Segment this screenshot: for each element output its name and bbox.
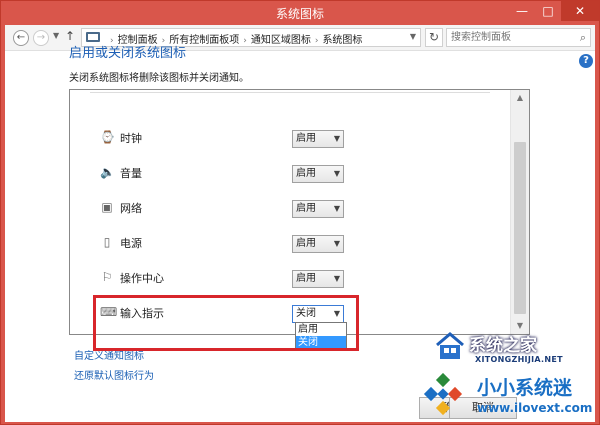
behavior-dropdown-list: 启用 关闭 — [295, 322, 347, 350]
breadcrumb-item[interactable]: 系统图标 — [322, 35, 362, 46]
refresh-icon: ↻ — [428, 30, 440, 44]
select-value: 启用 — [296, 273, 316, 284]
behavior-select-open[interactable]: 关闭 ▼ — [292, 305, 344, 323]
watermark-text: 系统之家 — [469, 336, 537, 356]
watermark-url: www.ilovext.com — [477, 401, 593, 415]
back-button[interactable]: ← — [13, 30, 29, 46]
recent-locations-chevron-icon[interactable]: ▼ — [53, 31, 59, 40]
customize-notification-icons-link[interactable]: 自定义通知图标 — [74, 347, 144, 362]
list-content: ⌚ 时钟 启用 ▼ 🔈 音量 启用 ▼ ▣ 网络 启用 ▼ ▯ 电源 启用 ▼ ⚐ — [70, 90, 510, 334]
help-icon[interactable]: ? — [579, 54, 593, 68]
list-item-label: 输入指示 — [120, 307, 164, 320]
behavior-select[interactable]: 启用 ▼ — [292, 200, 344, 218]
scroll-up-icon[interactable]: ▲ — [511, 90, 529, 106]
behavior-select[interactable]: 启用 ▼ — [292, 235, 344, 253]
close-button[interactable]: ✕ — [561, 1, 599, 21]
keyboard-icon: ⌨ — [100, 305, 118, 319]
select-value: 启用 — [296, 203, 316, 214]
dropdown-option-enable[interactable]: 启用 — [296, 323, 346, 336]
flag-icon: ⚐ — [101, 270, 113, 284]
list-item: ⌚ 时钟 启用 ▼ — [70, 126, 510, 150]
behavior-select[interactable]: 启用 ▼ — [292, 270, 344, 288]
list-item-label: 操作中心 — [120, 272, 164, 285]
chevron-down-icon: ▼ — [333, 204, 340, 213]
chevron-down-icon: ▼ — [333, 169, 340, 178]
behavior-select[interactable]: 启用 ▼ — [292, 165, 344, 183]
title-bar[interactable]: 系统图标 — □ ✕ — [1, 1, 599, 25]
list-item-label: 时钟 — [120, 132, 142, 145]
maximize-icon: □ — [542, 4, 554, 18]
minimize-button[interactable]: — — [509, 1, 535, 21]
window: 系统图标 — □ ✕ ← → ▼ ↑ › 控制面板 › 所有控制面板项 › 通知区域图标 ›… — [0, 0, 600, 425]
watermark-url: XITONGZHIJIA.NET — [475, 355, 563, 364]
refresh-button[interactable]: ↻ — [425, 28, 443, 47]
up-arrow-icon: ↑ — [65, 29, 76, 43]
network-icon: ▣ — [101, 200, 113, 214]
watermark-xiaoxiaoxitongmi: 小小系统迷 www.ilovext.com — [421, 371, 597, 423]
chevron-down-icon: ▼ — [333, 239, 340, 248]
search-input[interactable] — [447, 29, 567, 46]
minimize-icon: — — [516, 4, 528, 18]
restore-default-icon-behavior-link[interactable]: 还原默认图标行为 — [74, 367, 154, 382]
breadcrumb-separator: › — [243, 36, 247, 46]
forward-button[interactable]: → — [33, 30, 49, 46]
list-item-label: 音量 — [120, 167, 142, 180]
volume-icon: 🔈 — [100, 165, 115, 179]
maximize-button[interactable]: □ — [535, 1, 561, 21]
search-icon[interactable]: ⌕ — [580, 31, 586, 45]
watermark-text: 小小系统迷 — [477, 377, 573, 399]
list-item: 🔈 音量 启用 ▼ — [70, 161, 510, 185]
select-value: 关闭 — [296, 308, 316, 319]
page-title: 启用或关闭系统图标 — [69, 46, 187, 61]
system-icons-list: ⌚ 时钟 启用 ▼ 🔈 音量 启用 ▼ ▣ 网络 启用 ▼ ▯ 电源 启用 ▼ ⚐ — [69, 89, 530, 335]
list-item-label: 网络 — [120, 202, 142, 215]
list-item: ▣ 网络 启用 ▼ — [70, 196, 510, 220]
list-item: ⌨ 输入指示 关闭 ▼ — [70, 301, 510, 325]
dropdown-option-disable[interactable]: 关闭 — [296, 336, 346, 349]
watermark-diamond-logo — [423, 373, 463, 416]
forward-arrow-icon: → — [36, 32, 46, 43]
list-item: ▯ 电源 启用 ▼ — [70, 231, 510, 255]
scrollbar-thumb[interactable] — [514, 142, 526, 314]
close-icon: ✕ — [574, 4, 586, 18]
back-arrow-icon: ← — [16, 32, 26, 43]
search-box[interactable]: ⌕ — [446, 28, 591, 47]
chevron-down-icon: ▼ — [333, 134, 340, 143]
watermark-xitongzhijia: 系统之家 XITONGZHIJIA.NET — [433, 327, 583, 371]
power-icon: ▯ — [103, 235, 111, 249]
select-value: 启用 — [296, 133, 316, 144]
up-button[interactable]: ↑ — [65, 29, 75, 43]
control-panel-icon — [86, 32, 100, 42]
watermark-house-logo — [436, 332, 464, 359]
behavior-select[interactable]: 启用 ▼ — [292, 130, 344, 148]
clock-icon: ⌚ — [100, 130, 115, 144]
breadcrumb-separator: › — [314, 36, 319, 46]
list-item: ⚐ 操作中心 启用 ▼ — [70, 266, 510, 290]
chevron-down-icon: ▼ — [333, 274, 340, 283]
address-dropdown-chevron-icon[interactable]: ▼ — [410, 32, 416, 41]
scrollbar[interactable]: ▲ ▼ — [510, 90, 529, 334]
chevron-down-icon: ▼ — [333, 309, 340, 318]
list-top-divider — [90, 92, 490, 93]
select-value: 启用 — [296, 168, 316, 179]
select-value: 启用 — [296, 238, 316, 249]
list-item-label: 电源 — [120, 237, 142, 250]
page-subtitle: 关闭系统图标将删除该图标并关闭通知。 — [69, 73, 249, 84]
breadcrumb-item[interactable]: 通知区域图标 — [251, 35, 311, 46]
